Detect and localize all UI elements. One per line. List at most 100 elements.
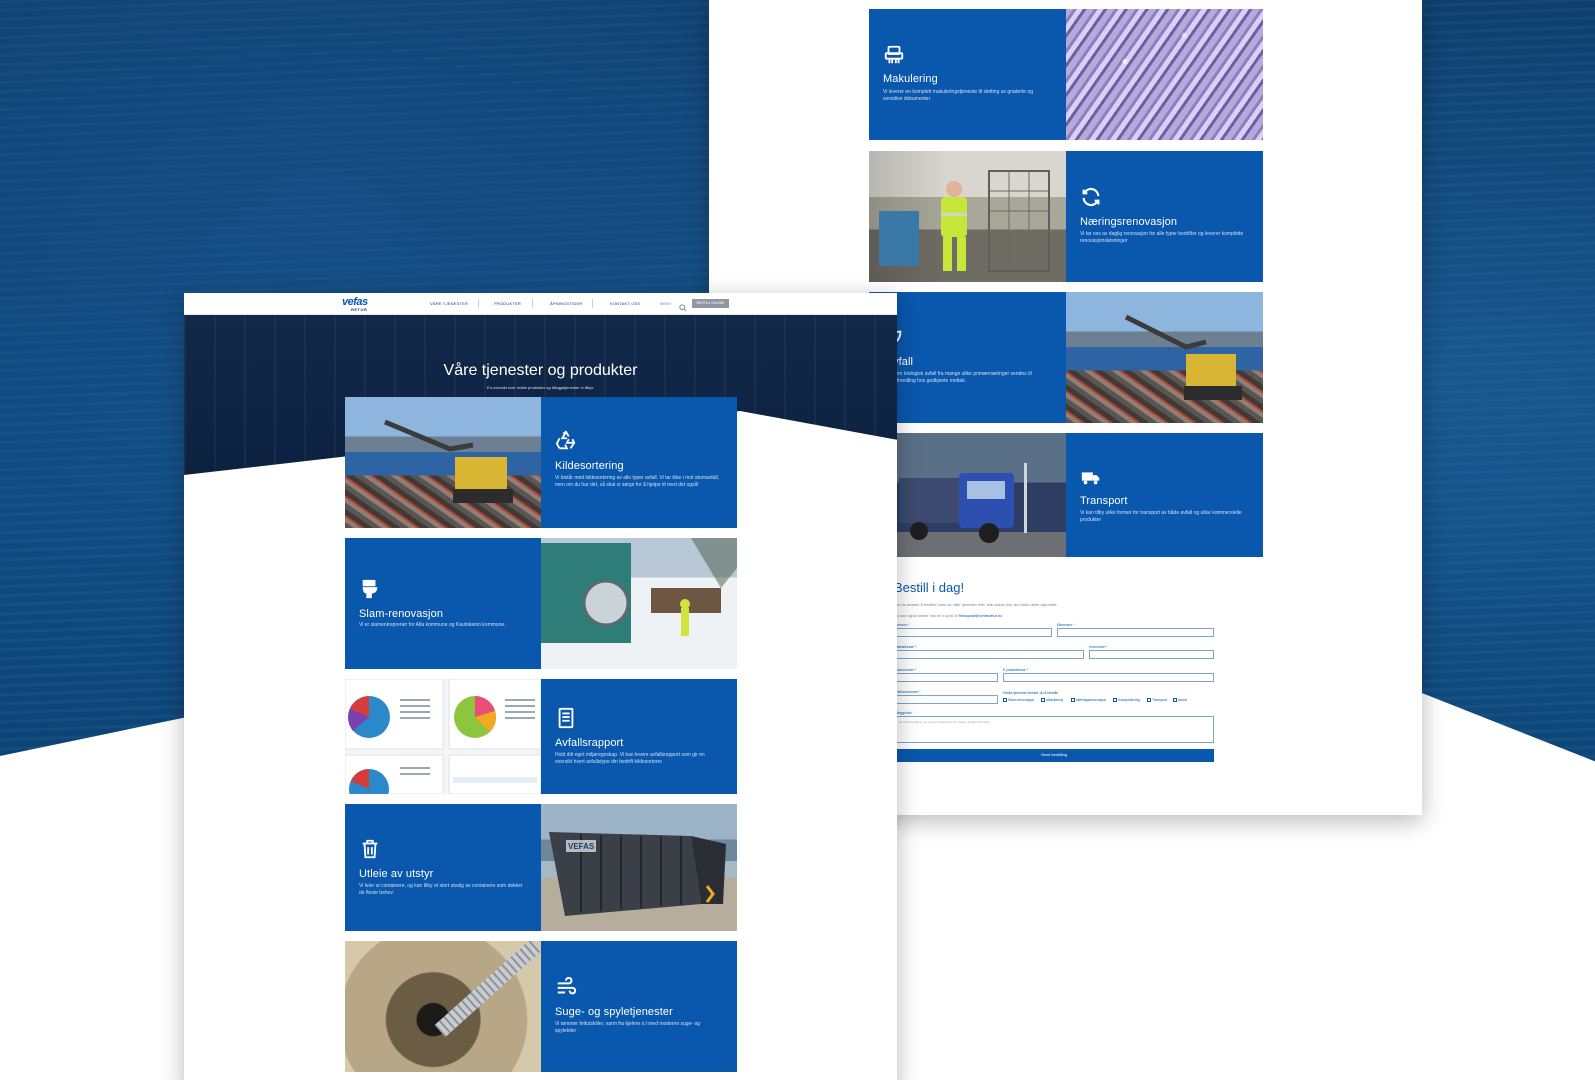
vacuum-truck-photo — [541, 538, 737, 669]
tile-title: Avfallsrapport — [555, 737, 624, 749]
service-tile-kildesortering[interactable]: Kildesortering Vi bistår med kildesorter… — [541, 397, 737, 528]
service-tile-utleie-av-utstyr[interactable]: Utleie av utstyr Vi leier ut containere,… — [345, 804, 541, 931]
tile-description: Vi kan tilby ulike former for transport … — [1080, 510, 1242, 523]
checkbox-annet[interactable]: Annet — [1173, 698, 1187, 702]
lastname-field[interactable] — [1057, 628, 1214, 637]
container-logo-text: VEFAS — [568, 842, 595, 851]
service-tile-bio-avfall[interactable]: -avfall hånd om biologisk avfall fra man… — [869, 292, 1066, 423]
suction-hose-illustration — [434, 941, 541, 1037]
comment-textarea[interactable]: Her kan du skrive inn en kort beskrivels… — [894, 716, 1214, 743]
checkbox-makulering[interactable]: Makulering — [1041, 698, 1063, 702]
tile-title: Suge- og spyletjenester — [555, 1006, 673, 1018]
email-field[interactable] — [1003, 673, 1214, 682]
tile-description: Vi leier ut containere, og kan tilby et … — [359, 883, 523, 896]
report-charts-illustration — [345, 679, 541, 794]
refresh-icon — [1080, 186, 1102, 208]
tile-title: Næringsrenovasjon — [1080, 216, 1178, 228]
truck-photo — [869, 433, 1066, 557]
waste-report-charts-screenshot — [345, 679, 541, 794]
nav-link-services[interactable]: VÅRE TJENESTER — [430, 301, 468, 306]
postcode-field[interactable] — [894, 673, 998, 682]
email-link[interactable]: firmapost@vefasretur.no — [959, 613, 1003, 618]
hero-subtitle: En oversikt over hvilke produkter og til… — [487, 385, 594, 390]
mockup-page-left: vefas RETUR VÅRE TJENESTER PRODUKTER ÅPN… — [184, 293, 897, 1080]
vacuum-truck-illustration — [541, 538, 737, 643]
checkbox-label: Næringsrenovasjon — [1076, 698, 1107, 702]
services-label: Hvilke tjenester ønsker du å bestille — [1003, 691, 1059, 695]
tile-title: Kildesortering — [555, 460, 624, 472]
phone-field[interactable] — [894, 695, 998, 704]
tile-description: hånd om biologisk avfall fra mange ulike… — [883, 371, 1032, 384]
checkbox-label: Makulering — [1046, 698, 1064, 702]
firstname-field[interactable] — [894, 628, 1052, 637]
checkbox-slam-renovasjon[interactable]: Slam-renovasjon — [1003, 698, 1034, 702]
shredded-paper-photo — [1066, 9, 1263, 140]
hero-title: Våre tjenester og produkter — [443, 362, 638, 379]
worker-photo — [869, 151, 1066, 282]
tile-description: Vi bistår med kildesortering av alle typ… — [555, 475, 720, 488]
shredder-icon — [883, 44, 905, 66]
phone-label: Telefonnummer * — [894, 690, 921, 694]
scrap-excavator-photo — [1066, 292, 1263, 423]
checkbox-kompostering[interactable]: Kompostering — [1113, 698, 1140, 702]
tile-description: Vi tar oss av daglig renovasjon for alle… — [1080, 231, 1244, 244]
document-icon — [555, 707, 577, 729]
tile-description: Vi er slamentreprenør for Alta kommune o… — [359, 622, 506, 628]
wind-icon — [555, 976, 577, 998]
vefas-logo[interactable]: vefas RETUR — [342, 296, 378, 312]
checkbox-label: Kompostering — [1118, 698, 1140, 702]
container-illustration: VEFAS — [549, 832, 726, 916]
checkbox-transport[interactable]: Transport — [1147, 698, 1167, 702]
nav-divider — [592, 299, 593, 308]
nav-link-contact[interactable]: KONTAKT OSS — [610, 301, 640, 306]
form-intro-email-text: Du kan også sende oss en e-post til — [894, 613, 959, 618]
recycle-icon — [555, 430, 577, 452]
comment-placeholder: Her kan du skrive inn en kort beskrivels… — [899, 720, 990, 724]
nav-link-opening-hours[interactable]: ÅPNINGSTIDER — [550, 301, 582, 306]
top-nav: vefas RETUR VÅRE TJENESTER PRODUKTER ÅPN… — [184, 293, 897, 315]
submit-button[interactable]: Send bestilling — [894, 749, 1214, 762]
tile-description: Hold ditt eget miljøregnskap. Vi kan lev… — [555, 752, 705, 765]
worker-illustration — [879, 170, 1050, 272]
trash-icon — [359, 838, 381, 860]
service-tile-avfallsrapport[interactable]: Avfallsrapport Hold ditt eget miljøregns… — [541, 679, 737, 794]
checkbox-label: Slam-renovasjon — [1008, 698, 1035, 702]
tile-description: Vi tømmer fettutskiller, varm fra kjeler… — [555, 1021, 700, 1034]
tile-title: Utleie av utstyr — [359, 868, 434, 880]
address-label: Gateadresse * — [894, 645, 917, 649]
menu-toggle[interactable]: MENY — [660, 301, 672, 306]
email-label: E-postadresse * — [1003, 668, 1028, 672]
form-title: Bestill i dag! — [894, 580, 965, 595]
service-tile-slam-renovasjon[interactable]: Slam-renovasjon Vi er slamentreprenør fo… — [345, 538, 541, 669]
nav-divider — [478, 299, 479, 308]
well-suction-photo — [345, 941, 541, 1072]
excavator-illustration — [384, 419, 513, 503]
tile-description: Vi leverer en komplett makuleringstjenes… — [883, 89, 1033, 102]
service-tile-transport[interactable]: Transport Vi kan tilby ulike former for … — [1066, 433, 1263, 557]
service-tile-suge-og-spyletjenester[interactable]: Suge- og spyletjenester Vi tømmer fettut… — [541, 941, 737, 1072]
form-intro: Om du ønsker å bestille noen av våre tje… — [894, 602, 1058, 607]
scrap-excavator-photo — [345, 397, 541, 528]
truck-illustration — [899, 463, 1027, 543]
nav-divider — [532, 299, 533, 308]
order-online-button[interactable]: BESTILL ONLINE — [692, 299, 729, 308]
nav-link-products[interactable]: PRODUKTER — [494, 301, 521, 306]
service-tile-naeringsrenovasjon[interactable]: Næringsrenovasjon Vi tar oss av daglig r… — [1066, 151, 1263, 282]
search-icon[interactable] — [679, 299, 687, 312]
address-field[interactable] — [894, 650, 1084, 659]
toilet-icon — [359, 578, 381, 600]
service-tile-makulering[interactable]: Makulering Vi leverer en komplett makule… — [869, 9, 1066, 140]
truck-icon — [1080, 466, 1102, 488]
tile-title: Makulering — [883, 73, 938, 85]
excavator-illustration — [1124, 314, 1242, 400]
checkbox-naeringsrenovasjon[interactable]: Næringsrenovasjon — [1071, 698, 1106, 702]
tile-title: Transport — [1080, 495, 1128, 507]
postcode-label: Postnummer * — [894, 668, 917, 672]
municipality-label: Kommune * — [1089, 645, 1108, 649]
tile-title: Slam-renovasjon — [359, 608, 444, 620]
municipality-field[interactable] — [1089, 650, 1214, 659]
form-intro-email: Du kan også sende oss en e-post til firm… — [894, 613, 1002, 618]
checkbox-label: Annet — [1178, 698, 1188, 702]
logo-subtitle: RETUR — [351, 307, 368, 312]
lastname-label: Etternavn * — [1057, 623, 1075, 627]
